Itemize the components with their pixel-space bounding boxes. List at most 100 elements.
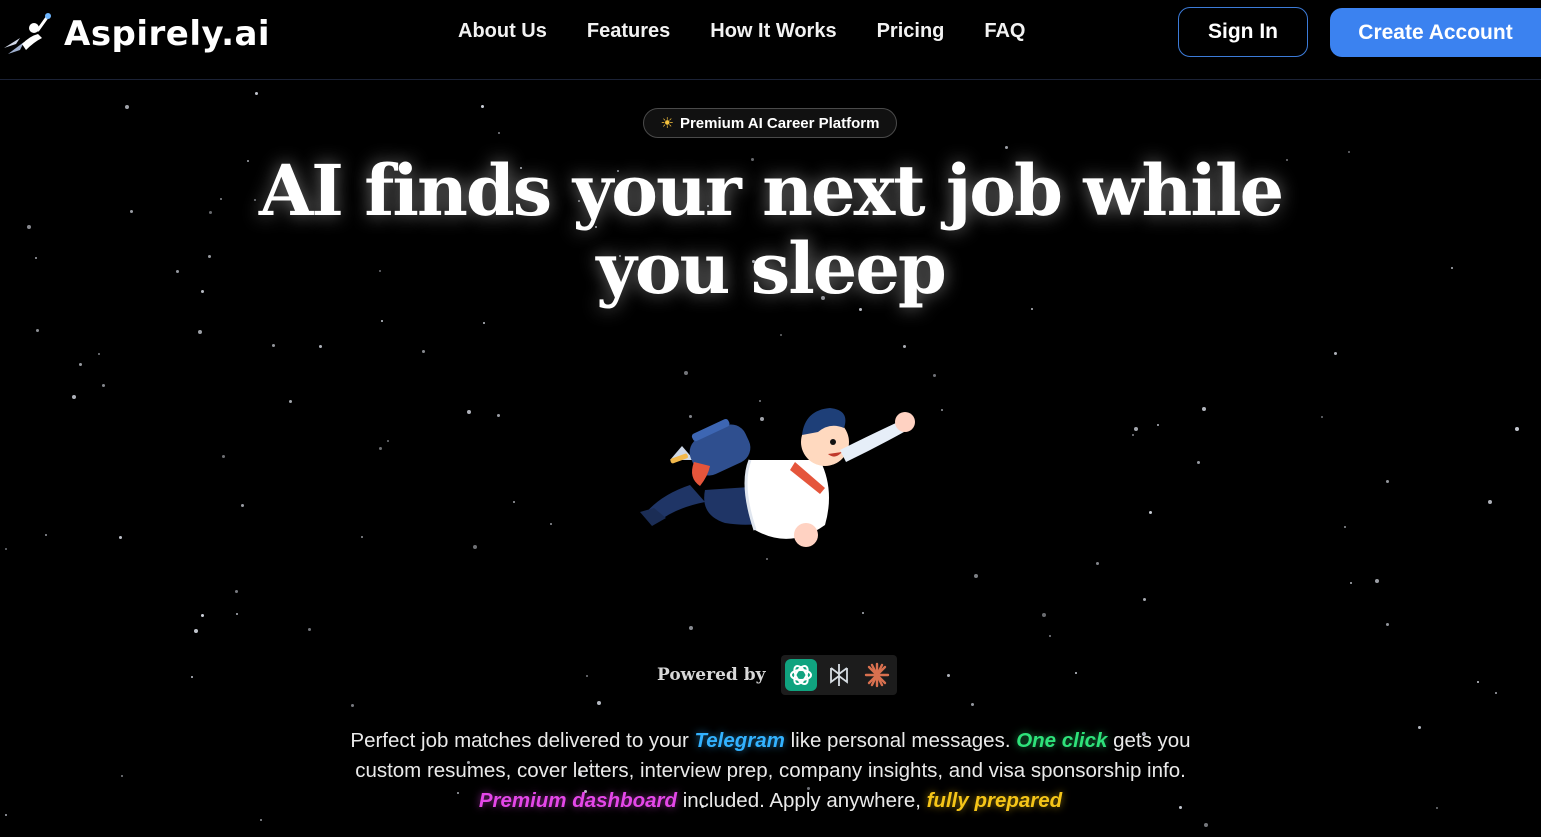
star-dot	[1495, 692, 1497, 694]
nav-how-it-works[interactable]: How It Works	[710, 20, 836, 43]
badge-label: Premium AI Career Platform	[679, 114, 880, 132]
desc-text-1: Perfect job matches delivered to your	[350, 729, 695, 752]
star-dot	[497, 414, 500, 417]
create-account-button[interactable]: Create Account	[1330, 8, 1541, 57]
star-dot	[1334, 352, 1337, 355]
star-dot	[586, 675, 588, 677]
star-dot	[72, 395, 76, 399]
star-dot	[236, 613, 238, 615]
star-dot	[191, 676, 193, 678]
star-dot	[1375, 579, 1379, 583]
premium-badge: ☀ Premium AI Career Platform	[643, 108, 897, 138]
sun-icon: ☀	[660, 115, 674, 132]
star-dot	[933, 374, 936, 377]
star-dot	[467, 410, 471, 414]
star-dot	[381, 320, 383, 322]
star-dot	[684, 371, 688, 375]
brand-logo[interactable]: Aspirely.ai	[0, 8, 270, 60]
star-dot	[689, 626, 693, 630]
star-dot	[1202, 407, 1206, 411]
star-dot	[481, 105, 484, 108]
star-dot	[379, 447, 382, 450]
star-dot	[473, 545, 477, 549]
nav-faq[interactable]: FAQ	[984, 20, 1025, 43]
star-dot	[1344, 526, 1346, 528]
star-dot	[222, 455, 225, 458]
star-dot	[130, 210, 133, 213]
star-dot	[102, 384, 105, 387]
star-dot	[119, 536, 122, 539]
star-dot	[98, 353, 100, 355]
star-dot	[5, 548, 7, 550]
star-dot	[361, 536, 363, 538]
star-dot	[201, 614, 204, 617]
highlight-one-click: One click	[1016, 729, 1108, 752]
nav-features[interactable]: Features	[587, 20, 670, 43]
star-dot	[1149, 511, 1152, 514]
star-dot	[125, 105, 129, 109]
star-dot	[176, 270, 179, 273]
star-dot	[1348, 151, 1350, 153]
highlight-fully-prepared: fully prepared	[926, 789, 1063, 812]
star-dot	[597, 701, 601, 705]
perplexity-logo-icon	[823, 659, 855, 691]
star-dot	[36, 329, 39, 332]
star-dot	[1515, 427, 1519, 431]
star-dot	[1488, 500, 1492, 504]
ai-provider-logos	[781, 655, 898, 695]
openai-logo-icon	[785, 659, 818, 691]
nav-about-us[interactable]: About Us	[458, 20, 547, 43]
star-dot	[319, 345, 322, 348]
star-dot	[780, 334, 782, 336]
star-dot	[483, 322, 485, 324]
star-dot	[1096, 562, 1099, 565]
star-dot	[1132, 434, 1134, 436]
star-dot	[121, 775, 123, 777]
star-dot	[550, 523, 552, 525]
star-dot	[1031, 308, 1033, 310]
flying-jetpack-man-illustration	[640, 408, 915, 547]
star-dot	[1134, 427, 1138, 431]
powered-by-label: Powered by	[657, 665, 766, 685]
star-dot	[387, 440, 389, 442]
star-dot	[289, 400, 292, 403]
star-dot	[35, 257, 37, 259]
brand-name: Aspirely.ai	[64, 14, 271, 54]
desc-text-2: like personal messages.	[784, 729, 1017, 752]
hero-headline: AI finds your next job while you sleep	[258, 149, 1284, 310]
nav-pricing[interactable]: Pricing	[877, 20, 945, 43]
star-dot	[1418, 726, 1421, 729]
star-dot	[260, 819, 262, 821]
star-dot	[79, 363, 82, 366]
rocket-person-icon	[4, 13, 51, 54]
star-dot	[27, 225, 31, 229]
powered-by-row: Powered by	[657, 655, 898, 695]
star-dot	[1157, 424, 1159, 426]
star-dot	[941, 409, 943, 411]
star-dot	[198, 330, 202, 334]
star-dot	[1042, 613, 1046, 617]
highlight-telegram: Telegram	[694, 729, 785, 752]
star-dot	[1321, 416, 1323, 418]
star-dot	[1451, 267, 1453, 269]
sign-in-button[interactable]: Sign In	[1178, 7, 1308, 57]
desc-text-4: included. Apply anywhere,	[677, 789, 927, 812]
star-dot	[1386, 623, 1389, 626]
star-dot	[1049, 635, 1051, 637]
star-dot	[498, 132, 500, 134]
star-dot	[971, 703, 974, 706]
claude-logo-icon	[861, 659, 893, 691]
star-dot	[903, 345, 906, 348]
star-dot	[194, 629, 198, 633]
star-dot	[241, 504, 244, 507]
star-dot	[513, 501, 515, 503]
star-dot	[255, 92, 258, 95]
star-dot	[5, 814, 7, 816]
star-dot	[1143, 598, 1146, 601]
star-dot	[947, 674, 950, 677]
hero-description: Perfect job matches delivered to your Te…	[340, 726, 1201, 816]
site-header: Aspirely.ai About Us Features How It Wor…	[0, 0, 1541, 80]
highlight-premium-dashboard: Premium dashboard	[478, 789, 678, 812]
star-dot	[1477, 681, 1479, 683]
star-dot	[235, 590, 238, 593]
